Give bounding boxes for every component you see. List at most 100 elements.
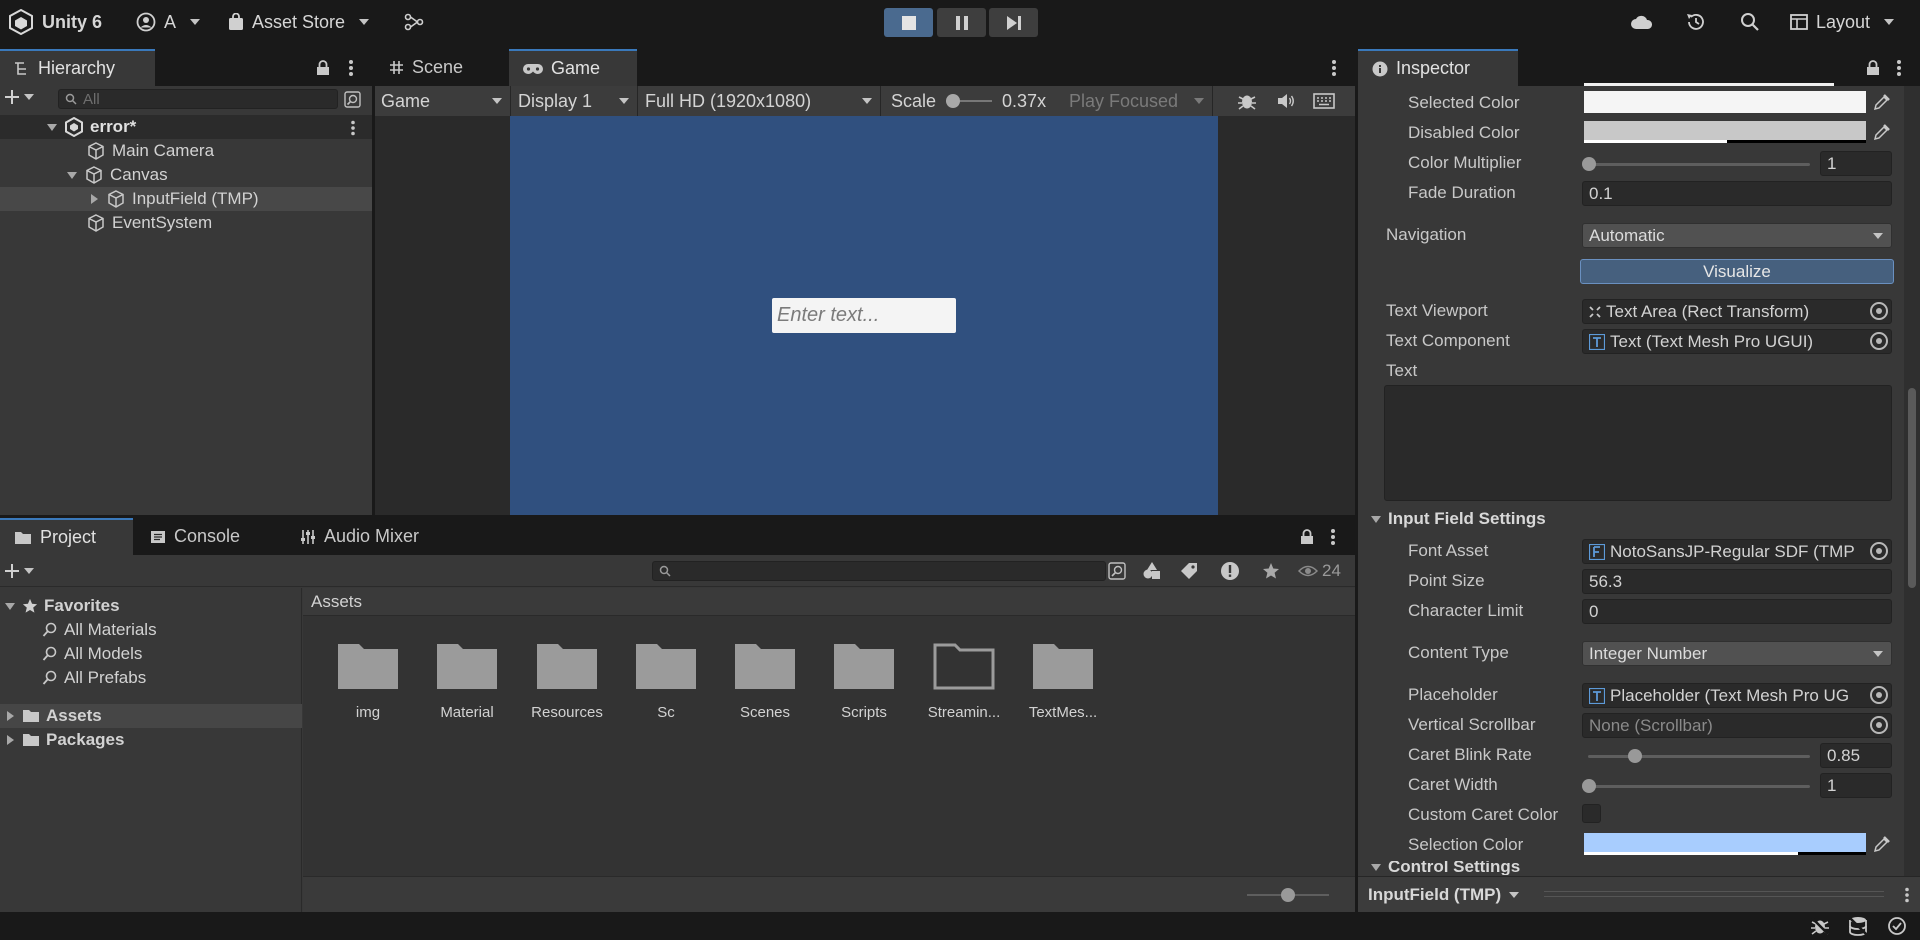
collapse-arrow-icon[interactable] bbox=[46, 121, 58, 133]
visualize-button[interactable]: Visualize bbox=[1580, 259, 1894, 284]
color-multiplier-knob[interactable] bbox=[1582, 157, 1596, 171]
asset-store-dropdown[interactable]: Asset Store bbox=[228, 0, 370, 44]
font-asset-field[interactable]: NotoSansJP-Regular SDF (TMP bbox=[1582, 539, 1892, 564]
placeholder-field[interactable]: Placeholder (Text Mesh Pro UG bbox=[1582, 683, 1892, 708]
kebab-menu-icon[interactable] bbox=[1330, 528, 1336, 546]
text-viewport-field[interactable]: Text Area (Rect Transform) bbox=[1582, 299, 1892, 324]
zoom-slider-knob[interactable] bbox=[1281, 888, 1295, 902]
label-filter-icon[interactable] bbox=[1180, 562, 1198, 580]
account-dropdown[interactable]: A bbox=[136, 0, 201, 44]
cloud-button[interactable] bbox=[1630, 0, 1654, 44]
pause-button[interactable] bbox=[937, 8, 986, 37]
tab-scene[interactable]: Scene bbox=[375, 49, 495, 86]
favorite-item-all-prefabs[interactable]: All Prefabs bbox=[42, 666, 146, 690]
tab-hierarchy[interactable]: Hierarchy bbox=[0, 49, 155, 86]
tab-audio-mixer[interactable]: Audio Mixer bbox=[286, 518, 446, 555]
warning-filter-icon[interactable] bbox=[1220, 561, 1240, 581]
tab-project[interactable]: Project bbox=[0, 518, 133, 555]
selected-color-swatch[interactable] bbox=[1584, 91, 1866, 113]
favorites-folder[interactable]: Favorites bbox=[4, 594, 120, 618]
tab-game[interactable]: Game bbox=[509, 49, 637, 86]
eyedropper-icon[interactable] bbox=[1873, 123, 1891, 141]
display-dropdown[interactable]: Display 1 bbox=[512, 86, 638, 116]
object-picker-icon[interactable] bbox=[1870, 302, 1888, 320]
disabled-color-swatch[interactable] bbox=[1584, 121, 1866, 143]
kebab-menu-icon[interactable] bbox=[1896, 59, 1902, 77]
audio-mute-icon[interactable] bbox=[1277, 93, 1295, 109]
step-button[interactable] bbox=[989, 8, 1038, 37]
point-size-field[interactable]: 56.3 bbox=[1582, 569, 1892, 594]
character-limit-field[interactable]: 0 bbox=[1582, 599, 1892, 624]
text-component-field[interactable]: Text (Text Mesh Pro UGUI) bbox=[1582, 329, 1892, 354]
eyedropper-icon[interactable] bbox=[1873, 93, 1891, 111]
bug-icon[interactable] bbox=[1237, 91, 1257, 111]
lock-icon[interactable] bbox=[316, 60, 330, 76]
tab-console[interactable]: Console bbox=[136, 518, 266, 555]
input-field-settings-header[interactable]: Input Field Settings bbox=[1370, 509, 1546, 529]
keyboard-icon[interactable] bbox=[1313, 93, 1335, 109]
caret-blink-rate-knob[interactable] bbox=[1628, 749, 1642, 763]
add-object-button[interactable] bbox=[4, 89, 34, 105]
hierarchy-item-inputfield[interactable]: InputField (TMP) bbox=[88, 187, 259, 211]
play-focused-dropdown[interactable]: Play Focused bbox=[1063, 86, 1213, 116]
caret-blink-rate-slider[interactable] bbox=[1588, 755, 1810, 758]
caret-blink-rate-field[interactable]: 0.85 bbox=[1820, 743, 1892, 768]
preview-object-dropdown[interactable]: InputField (TMP) bbox=[1368, 877, 1520, 913]
color-multiplier-field[interactable]: 1 bbox=[1820, 151, 1892, 176]
packages-folder[interactable]: Packages bbox=[4, 728, 124, 752]
hierarchy-search-input[interactable]: All bbox=[58, 89, 338, 109]
favorite-item-all-models[interactable]: All Models bbox=[42, 642, 142, 666]
object-picker-icon[interactable] bbox=[1870, 716, 1888, 734]
content-type-dropdown[interactable]: Integer Number bbox=[1582, 641, 1892, 666]
asset-folder-material[interactable]: Material bbox=[422, 640, 512, 721]
scene-item[interactable]: error* bbox=[46, 115, 136, 139]
navigation-dropdown[interactable]: Automatic bbox=[1582, 223, 1892, 248]
tab-inspector[interactable]: Inspector bbox=[1358, 49, 1518, 86]
layout-dropdown[interactable]: Layout bbox=[1790, 0, 1895, 44]
caret-width-slider[interactable] bbox=[1588, 785, 1810, 788]
asset-folder-streaming[interactable]: Streamin... bbox=[919, 640, 1009, 721]
resolution-dropdown[interactable]: Full HD (1920x1080) bbox=[639, 86, 881, 116]
version-control-button[interactable] bbox=[404, 0, 424, 44]
eyedropper-icon[interactable] bbox=[1873, 835, 1891, 853]
asset-folder-scenes[interactable]: Scenes bbox=[720, 640, 810, 721]
collapse-arrow-icon[interactable] bbox=[4, 600, 16, 612]
color-multiplier-slider[interactable] bbox=[1588, 163, 1810, 166]
hierarchy-item-main-camera[interactable]: Main Camera bbox=[86, 139, 214, 163]
game-mode-dropdown[interactable]: Game bbox=[375, 86, 511, 116]
checkmark-circle-icon[interactable] bbox=[1887, 916, 1907, 936]
hierarchy-item-eventsystem[interactable]: EventSystem bbox=[86, 211, 212, 235]
caret-width-field[interactable]: 1 bbox=[1820, 773, 1892, 798]
bug-icon[interactable] bbox=[1810, 916, 1830, 936]
star-favorite-icon[interactable] bbox=[1262, 562, 1280, 580]
asset-folder-textmesh[interactable]: TextMes... bbox=[1018, 640, 1108, 721]
search-filter-icon[interactable] bbox=[1108, 562, 1126, 580]
vertical-scrollbar-field[interactable]: None (Scrollbar) bbox=[1582, 713, 1892, 738]
expand-arrow-icon[interactable] bbox=[88, 193, 100, 205]
kebab-menu-icon[interactable] bbox=[1331, 59, 1337, 77]
cache-server-icon[interactable] bbox=[1848, 916, 1868, 936]
custom-caret-color-checkbox[interactable] bbox=[1582, 804, 1601, 823]
expand-arrow-icon[interactable] bbox=[4, 710, 16, 722]
play-button[interactable] bbox=[884, 8, 933, 37]
asset-folder-sc[interactable]: Sc bbox=[621, 640, 711, 721]
hierarchy-item-canvas[interactable]: Canvas bbox=[66, 163, 168, 187]
kebab-menu-icon[interactable] bbox=[350, 120, 356, 136]
caret-width-knob[interactable] bbox=[1582, 779, 1596, 793]
create-asset-button[interactable] bbox=[4, 563, 34, 579]
asset-folder-resources[interactable]: Resources bbox=[522, 640, 612, 721]
control-settings-header[interactable]: Control Settings bbox=[1370, 861, 1520, 875]
favorite-item-all-materials[interactable]: All Materials bbox=[42, 618, 157, 642]
lock-icon[interactable] bbox=[1866, 60, 1880, 76]
asset-folder-scripts[interactable]: Scripts bbox=[819, 640, 909, 721]
game-input-field[interactable]: Enter text... bbox=[772, 298, 956, 333]
breadcrumb[interactable]: Assets bbox=[303, 588, 1355, 616]
kebab-menu-icon[interactable] bbox=[1904, 887, 1910, 903]
project-search-input[interactable] bbox=[652, 561, 1106, 581]
text-area-field[interactable] bbox=[1384, 385, 1892, 501]
asset-folder-img[interactable]: img bbox=[323, 640, 413, 721]
kebab-menu-icon[interactable] bbox=[348, 59, 354, 77]
lock-icon[interactable] bbox=[1300, 529, 1314, 545]
expand-arrow-icon[interactable] bbox=[4, 734, 16, 746]
search-filter-icon[interactable] bbox=[344, 91, 361, 108]
